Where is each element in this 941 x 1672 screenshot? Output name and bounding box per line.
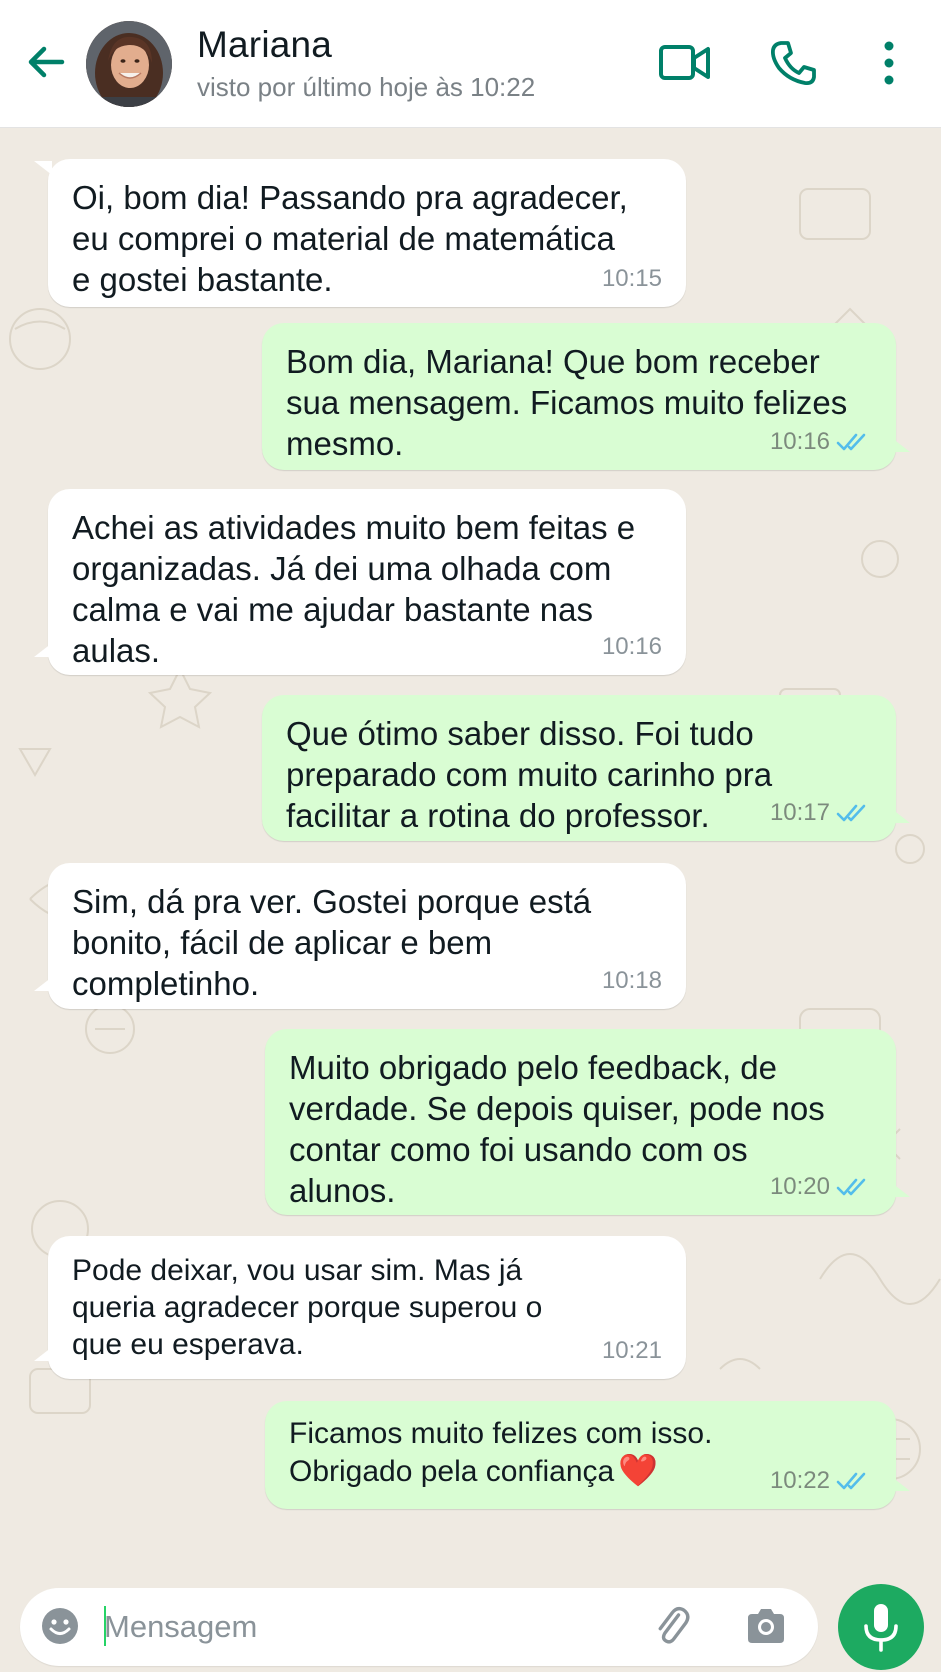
double-check-icon — [836, 433, 866, 451]
message-time: 10:20 — [769, 1173, 830, 1200]
message-time: 10:18 — [601, 967, 662, 994]
chat-area[interactable]: Oi, bom dia! Passando pra agradecer, eu … — [0, 129, 941, 1584]
microphone-icon[interactable] — [838, 1584, 924, 1670]
message-bubble-outgoing[interactable]: Bom dia, Mariana! Que bom receber sua me… — [262, 323, 910, 470]
message-text: Pode deixar, vou usar sim. Mas já queria… — [72, 1254, 543, 1361]
message-meta: 10:22 — [770, 1467, 872, 1495]
smiley-icon[interactable] — [40, 1606, 80, 1646]
bubble-tail — [34, 1347, 52, 1361]
bubble-tail — [892, 809, 910, 823]
bubble-tail — [892, 1477, 910, 1491]
message-time: 10:21 — [601, 1337, 662, 1364]
more-vertical-icon[interactable] — [874, 38, 904, 88]
message-text: Oi, bom dia! Passando pra agradecer, eu … — [72, 179, 628, 298]
message-bubble-outgoing[interactable]: Muito obrigado pelo feedback, de verdade… — [265, 1029, 910, 1215]
video-camera-icon[interactable] — [658, 40, 712, 86]
bubble-tail — [34, 643, 52, 657]
message-meta: 10:16 — [770, 428, 872, 456]
message-meta: 10:17 — [770, 799, 872, 827]
message-meta: 10:15 — [602, 265, 662, 293]
message-time: 10:17 — [769, 799, 830, 826]
bubble-tail — [892, 438, 910, 452]
double-check-icon — [836, 1472, 866, 1490]
heart-emoji: ❤️ — [618, 1452, 659, 1488]
message-text: Achei as atividades muito bem feitas e o… — [72, 509, 636, 669]
camera-icon[interactable] — [744, 1606, 788, 1646]
message-bubble-incoming[interactable]: Achei as atividades muito bem feitas e o… — [34, 489, 686, 675]
paperclip-icon[interactable] — [650, 1604, 694, 1648]
message-time: 10:16 — [769, 428, 830, 455]
message-time: 10:15 — [601, 265, 662, 292]
message-bubble-incoming[interactable]: Oi, bom dia! Passando pra agradecer, eu … — [34, 159, 686, 307]
avatar[interactable] — [86, 21, 172, 107]
message-meta: 10:21 — [602, 1337, 662, 1365]
bubble-tail — [892, 1183, 910, 1197]
last-seen-status: visto por último hoje às 10:22 — [197, 72, 536, 102]
message-bubble-incoming[interactable]: Sim, dá pra ver. Gostei porque está boni… — [34, 863, 686, 1009]
message-input[interactable] — [104, 1600, 624, 1654]
double-check-icon — [836, 1178, 866, 1196]
message-text: Sim, dá pra ver. Gostei porque está boni… — [72, 883, 592, 1002]
phone-icon[interactable] — [768, 38, 818, 88]
arrow-left-icon[interactable] — [22, 38, 70, 86]
message-time: 10:16 — [601, 633, 662, 660]
message-bubble-outgoing[interactable]: Ficamos muito felizes com isso. Obrigado… — [265, 1401, 910, 1509]
chat-header: Mariana visto por último hoje às 10:22 — [0, 0, 941, 128]
message-time: 10:22 — [769, 1467, 830, 1494]
message-meta: 10:20 — [770, 1173, 872, 1201]
double-check-icon — [836, 804, 866, 822]
message-bubble-outgoing[interactable]: Que ótimo saber disso. Foi tudo preparad… — [262, 695, 910, 841]
message-meta: 10:16 — [602, 633, 662, 661]
contact-name[interactable]: Mariana — [197, 24, 332, 66]
bubble-tail — [34, 161, 52, 175]
message-meta: 10:18 — [602, 967, 662, 995]
bubble-tail — [34, 977, 52, 991]
text-cursor — [104, 1606, 106, 1646]
message-bubble-incoming[interactable]: Pode deixar, vou usar sim. Mas já queria… — [34, 1236, 686, 1379]
